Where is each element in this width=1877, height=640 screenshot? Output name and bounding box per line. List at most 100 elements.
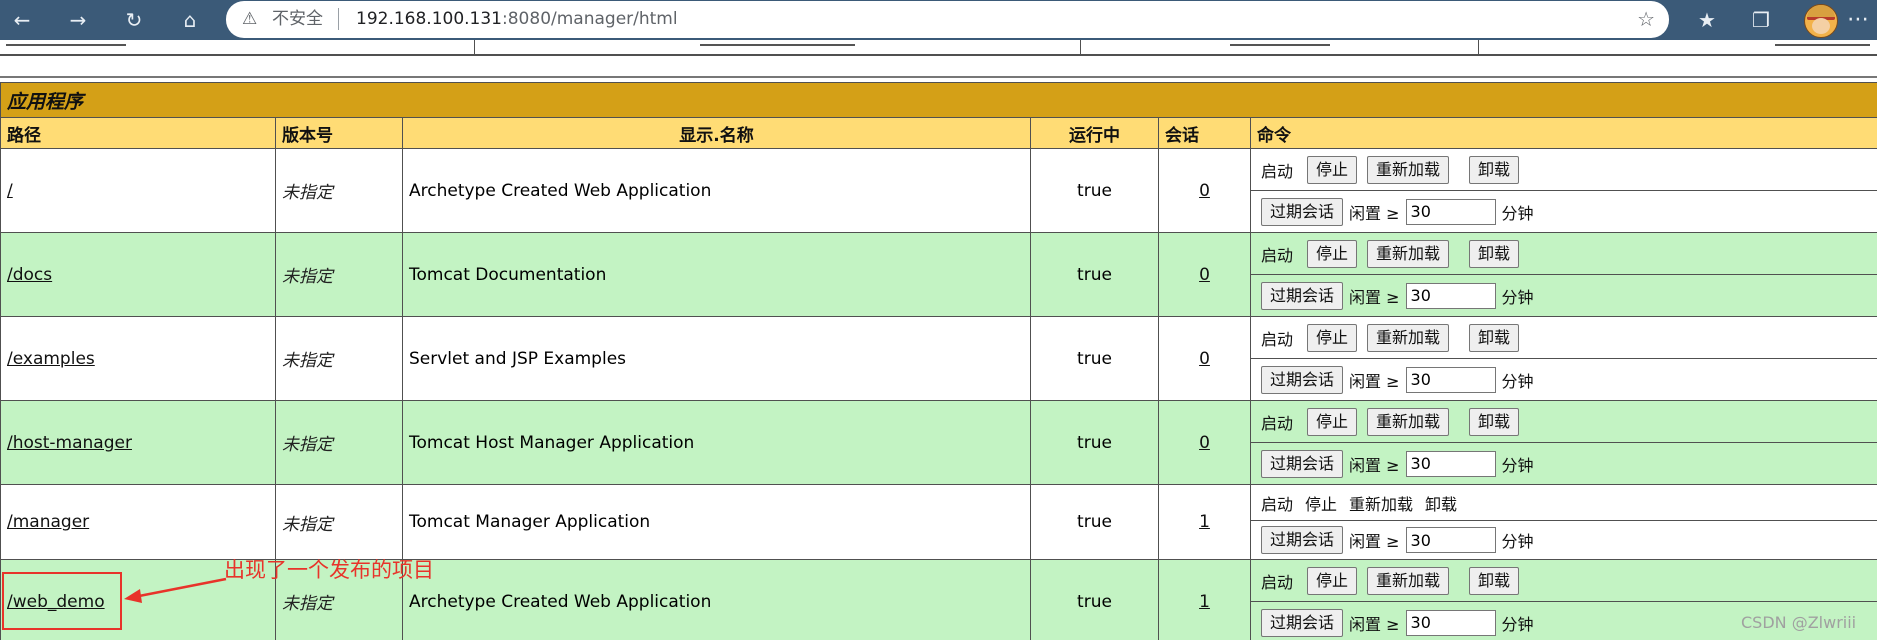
reload-button[interactable]: 重新加载 [1367,155,1450,184]
stop-button[interactable]: 停止 [1307,566,1358,595]
table-row: /docs 未指定 Tomcat Documentation true 0 启动… [0,232,1877,317]
version-cell: 未指定 [275,148,403,233]
expire-sessions-button[interactable]: 过期会话 [1261,365,1344,394]
sessions-link[interactable]: 0 [1199,181,1210,201]
display-name-cell: Archetype Created Web Application [402,148,1031,233]
undeploy-button[interactable]: 卸载 [1469,566,1520,595]
sessions-cell: 0 [1158,148,1251,233]
running-cell: true [1030,559,1159,640]
section-divider [0,76,1877,78]
fragment-link-underline [1230,44,1330,46]
sessions-cell: 1 [1158,559,1251,640]
home-icon[interactable]: ⌂ [176,6,204,34]
minutes-label: 分钟 [1501,287,1534,307]
start-label: 启动 [1261,413,1294,433]
expire-controls: 过期会话 闲置 ≥ 分钟 [1252,275,1877,316]
sessions-link[interactable]: 0 [1199,349,1210,369]
col-header-running: 运行中 [1030,117,1159,149]
undeploy-button[interactable]: 卸载 [1469,155,1520,184]
sessions-link[interactable]: 1 [1199,592,1210,612]
expire-sessions-button[interactable]: 过期会话 [1261,281,1344,310]
table-title-row: 应用程序 [0,82,1877,118]
version-cell: 未指定 [275,400,403,485]
undeploy-button[interactable]: 卸载 [1469,407,1520,436]
expire-sessions-button[interactable]: 过期会话 [1261,608,1344,637]
display-name-cell: Tomcat Documentation [402,232,1031,317]
version-cell: 未指定 [275,316,403,401]
url-text[interactable]: 192.168.100.131:8080/manager/html [356,9,678,29]
section-gap [0,56,1877,80]
commands-cell: 启动 停止 重新加载 卸载 过期会话 闲置 ≥ 分钟 [1249,400,1877,485]
idle-minutes-input[interactable] [1405,527,1496,553]
bookmark-star-icon[interactable]: ☆ [1637,8,1655,30]
commands-cell: 启动 停止 重新加载 卸载 过期会话 闲置 ≥ 分钟 [1249,316,1877,401]
url-path: :8080/manager/html [502,9,678,29]
sessions-cell: 0 [1158,400,1251,485]
running-cell: true [1030,400,1159,485]
idle-minutes-input[interactable] [1405,366,1496,393]
reload-button[interactable]: 重新加载 [1367,566,1450,595]
idle-minutes-input[interactable] [1405,198,1496,225]
undeploy-label: 卸载 [1425,494,1458,514]
idle-label: 闲置 ≥ [1349,203,1400,223]
back-arrow-icon[interactable]: ← [8,6,36,34]
idle-label: 闲置 ≥ [1349,455,1400,475]
minutes-label: 分钟 [1501,532,1534,551]
stop-button[interactable]: 停止 [1307,407,1358,436]
app-path-link[interactable]: /examples [7,349,95,369]
annotation-arrow-icon [124,577,227,603]
commands-cell: 启动 停止 重新加载 卸载 过期会话 闲置 ≥ 分钟 [1249,484,1877,560]
idle-label: 闲置 ≥ [1349,614,1400,634]
minutes-label: 分钟 [1501,614,1534,634]
commands-cell: 启动 停止 重新加载 卸载 过期会话 闲置 ≥ 分钟 [1249,232,1877,317]
stop-button[interactable]: 停止 [1307,323,1358,352]
start-label: 启动 [1261,161,1294,181]
version-cell: 未指定 [275,232,403,317]
minutes-label: 分钟 [1501,203,1534,223]
reload-button[interactable]: 重新加载 [1367,239,1450,268]
stop-button[interactable]: 停止 [1307,155,1358,184]
reload-button[interactable]: 重新加载 [1367,407,1450,436]
favorites-icon[interactable]: ★ [1692,6,1722,34]
more-menu-icon[interactable]: ⋯ [1846,6,1870,34]
sessions-link[interactable]: 0 [1199,433,1210,453]
forward-arrow-icon[interactable]: → [64,6,92,34]
minutes-label: 分钟 [1501,455,1534,475]
warning-icon[interactable]: ⚠ [242,9,262,29]
app-path-link[interactable]: /manager [7,512,89,532]
expire-sessions-button[interactable]: 过期会话 [1261,526,1344,554]
path-cell: /examples [0,316,276,401]
col-header-sessions: 会话 [1158,117,1251,149]
app-path-link[interactable]: /docs [7,265,52,285]
fragment-link-underline [700,44,855,46]
path-cell: /host-manager [0,400,276,485]
avatar[interactable] [1804,4,1838,38]
running-cell: true [1030,484,1159,560]
app-path-link[interactable]: / [7,181,13,201]
commands-cell: 启动 停止 重新加载 卸载 过期会话 闲置 ≥ 分钟 [1249,148,1877,233]
reload-icon[interactable]: ↻ [120,6,148,34]
collections-icon[interactable]: ❐ [1746,6,1776,34]
security-label[interactable]: 不安全 [272,9,323,29]
address-bar[interactable]: ⚠ 不安全 192.168.100.131:8080/manager/html … [226,1,1669,38]
reload-button[interactable]: 重新加载 [1367,323,1450,352]
stop-button[interactable]: 停止 [1307,239,1358,268]
start-label: 启动 [1261,329,1294,349]
idle-minutes-input[interactable] [1405,609,1496,636]
sessions-link[interactable]: 1 [1199,512,1210,532]
sessions-link[interactable]: 0 [1199,265,1210,285]
undeploy-button[interactable]: 卸载 [1469,239,1520,268]
idle-minutes-input[interactable] [1405,282,1496,309]
idle-label: 闲置 ≥ [1349,287,1400,307]
avatar-face [1812,18,1830,34]
sessions-cell: 1 [1158,484,1251,560]
table-row: / 未指定 Archetype Created Web Application … [0,148,1877,233]
undeploy-button[interactable]: 卸载 [1469,323,1520,352]
display-name-cell: Archetype Created Web Application [402,559,1031,640]
app-path-link[interactable]: /host-manager [7,433,132,453]
expire-sessions-button[interactable]: 过期会话 [1261,197,1344,226]
fragment-cell [1081,40,1479,54]
idle-minutes-input[interactable] [1405,450,1496,477]
expire-sessions-button[interactable]: 过期会话 [1261,449,1344,478]
fragment-link-underline [1775,44,1870,46]
